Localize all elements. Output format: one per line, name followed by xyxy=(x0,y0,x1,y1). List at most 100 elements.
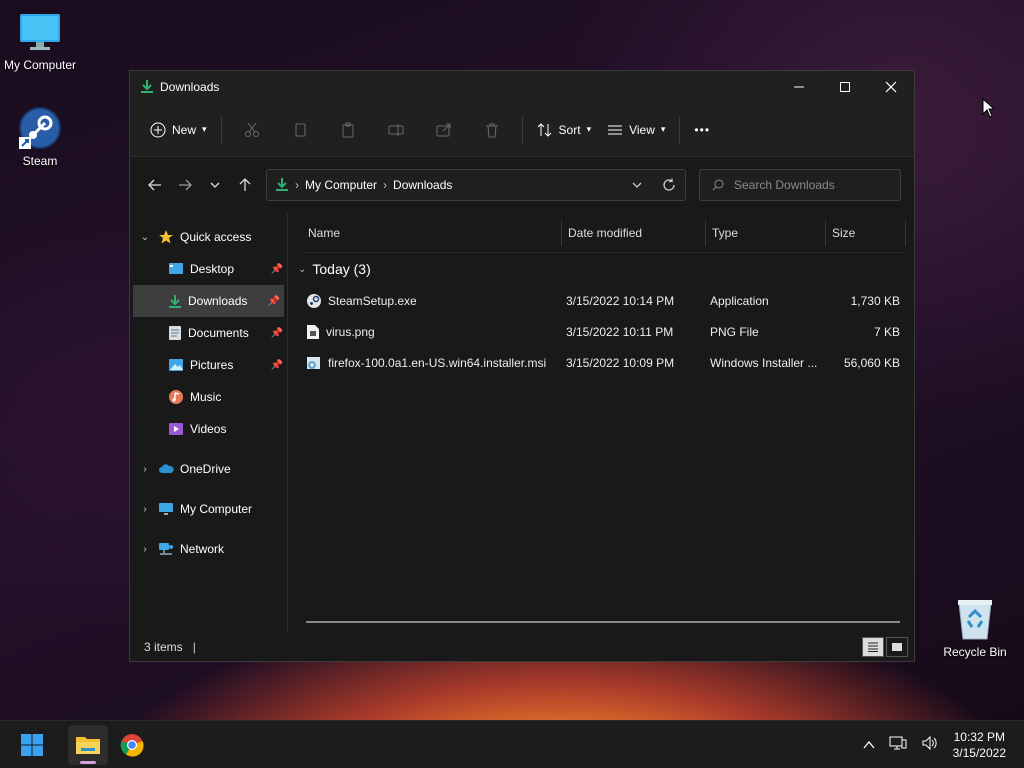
desktop-icon-recycle-bin[interactable]: Recycle Bin xyxy=(935,597,1015,659)
sort-button[interactable]: Sort ▾ xyxy=(529,114,600,146)
documents-icon xyxy=(169,326,181,340)
column-header-date-modified[interactable]: Date modified xyxy=(562,219,706,246)
copy-icon xyxy=(295,123,306,136)
table-row[interactable]: firefox-100.0a1.en-US.win64.installer.ms… xyxy=(306,347,914,378)
rename-icon xyxy=(388,123,404,136)
sidebar-item-videos[interactable]: Videos xyxy=(130,413,287,445)
plus-circle-icon xyxy=(150,122,166,137)
sidebar-item-my-computer[interactable]: › My Computer xyxy=(130,493,287,525)
table-row[interactable]: SteamSetup.exe 3/15/2022 10:14 PM Applic… xyxy=(306,285,914,316)
cloud-icon xyxy=(159,464,174,473)
large-icons-view-button[interactable] xyxy=(886,637,908,657)
pin-icon[interactable]: 📌 xyxy=(271,360,283,371)
steam-setup-icon xyxy=(307,293,321,308)
more-options-button[interactable]: ••• xyxy=(686,114,718,146)
breadcrumb-downloads[interactable]: Downloads xyxy=(393,178,452,192)
sidebar-item-documents[interactable]: Documents 📌 xyxy=(130,317,287,349)
horizontal-scrollbar[interactable] xyxy=(306,621,900,623)
chevron-right-icon: › xyxy=(143,463,147,475)
sidebar-item-onedrive[interactable]: › OneDrive xyxy=(130,453,287,485)
more-icon: ••• xyxy=(694,122,711,137)
new-button[interactable]: New ▾ xyxy=(142,114,215,146)
installer-file-icon xyxy=(307,356,320,369)
image-file-icon xyxy=(307,324,319,339)
file-type: Application xyxy=(710,293,769,308)
chevron-right-icon: › xyxy=(143,503,147,515)
status-bar: 3 items | xyxy=(130,633,914,661)
rename-button[interactable] xyxy=(372,114,420,146)
sidebar-label: Videos xyxy=(190,422,227,436)
delete-button[interactable] xyxy=(468,114,516,146)
mouse-cursor-icon xyxy=(982,98,996,118)
navigation-pane: ⌄ Quick access Desktop 📌 Downloads 📌 Doc… xyxy=(130,213,288,633)
taskbar-chrome[interactable] xyxy=(112,725,152,765)
sidebar-item-music[interactable]: Music xyxy=(130,381,287,413)
column-header-name[interactable]: Name xyxy=(302,219,562,246)
sidebar-item-quick-access[interactable]: ⌄ Quick access xyxy=(130,221,287,253)
minimize-button[interactable] xyxy=(776,71,822,103)
file-date: 3/15/2022 10:14 PM xyxy=(566,293,675,308)
back-button[interactable] xyxy=(140,170,170,200)
sidebar-item-downloads[interactable]: Downloads 📌 xyxy=(133,285,284,317)
start-button[interactable] xyxy=(12,725,52,765)
show-hidden-icons-button[interactable] xyxy=(863,738,875,752)
share-button[interactable] xyxy=(420,114,468,146)
close-button[interactable] xyxy=(868,71,914,103)
maximize-icon xyxy=(840,82,850,92)
sidebar-label: Quick access xyxy=(180,230,252,244)
pin-icon[interactable]: 📌 xyxy=(271,328,283,339)
title-bar[interactable]: Downloads xyxy=(130,71,914,103)
maximize-button[interactable] xyxy=(822,71,868,103)
share-icon xyxy=(436,123,451,136)
sidebar-item-network[interactable]: › Network xyxy=(130,533,287,565)
network-icon xyxy=(159,543,173,555)
new-label: New xyxy=(172,122,197,137)
chevron-down-icon: ▾ xyxy=(586,124,592,134)
chevron-down-icon: ▾ xyxy=(202,124,207,134)
recent-locations-button[interactable] xyxy=(200,170,230,200)
paste-button[interactable] xyxy=(324,114,372,146)
volume-button[interactable] xyxy=(921,735,939,754)
refresh-button[interactable] xyxy=(653,178,685,192)
desktop-icon-steam[interactable]: Steam xyxy=(0,106,80,168)
scissors-icon xyxy=(244,122,259,137)
group-header-today[interactable]: ⌄ Today (3) xyxy=(288,253,914,285)
minimize-icon xyxy=(794,86,804,88)
breadcrumb-my-computer[interactable]: My Computer xyxy=(305,178,377,192)
forward-button[interactable] xyxy=(170,170,200,200)
file-type: Windows Installer ... xyxy=(710,355,818,370)
toolbar-divider xyxy=(220,115,222,144)
address-bar[interactable]: › My Computer › Downloads xyxy=(266,169,686,201)
system-tray: 10:32 PM 3/15/2022 xyxy=(863,729,1024,761)
sidebar-label: Desktop xyxy=(190,262,235,276)
taskbar-file-explorer[interactable] xyxy=(68,724,108,765)
search-box[interactable]: Search Downloads xyxy=(699,169,901,201)
table-row[interactable]: virus.png 3/15/2022 10:11 PM PNG File 7 … xyxy=(306,316,914,347)
list-view-icon xyxy=(608,125,623,134)
desktop-icon-label: Recycle Bin xyxy=(943,645,1007,659)
clock-button[interactable]: 10:32 PM 3/15/2022 xyxy=(953,729,1006,761)
column-header-type[interactable]: Type xyxy=(706,219,826,246)
sidebar-label: Downloads xyxy=(188,294,248,308)
cut-button[interactable] xyxy=(228,114,276,146)
navigation-bar: › My Computer › Downloads Search Downloa… xyxy=(130,157,914,213)
sidebar-label: Pictures xyxy=(190,358,234,372)
chevron-down-icon xyxy=(632,182,642,188)
chevron-right-icon: › xyxy=(295,178,299,192)
desktop-icon-my-computer[interactable]: My Computer xyxy=(0,10,80,72)
network-status-button[interactable] xyxy=(889,735,907,754)
view-button[interactable]: View ▾ xyxy=(599,114,673,146)
view-label: View xyxy=(629,122,655,137)
pin-icon[interactable]: 📌 xyxy=(268,296,280,307)
pin-icon[interactable]: 📌 xyxy=(271,264,283,275)
column-header-size[interactable]: Size xyxy=(826,219,906,246)
sidebar-item-desktop[interactable]: Desktop 📌 xyxy=(130,253,287,285)
address-history-button[interactable] xyxy=(621,179,653,191)
details-view-button[interactable] xyxy=(862,637,884,657)
sort-icon xyxy=(537,122,551,137)
up-button[interactable] xyxy=(230,170,260,200)
sidebar-item-pictures[interactable]: Pictures 📌 xyxy=(130,349,287,381)
pictures-icon xyxy=(169,359,183,371)
copy-button[interactable] xyxy=(276,114,324,146)
file-name: firefox-100.0a1.en-US.win64.installer.ms… xyxy=(328,355,547,370)
